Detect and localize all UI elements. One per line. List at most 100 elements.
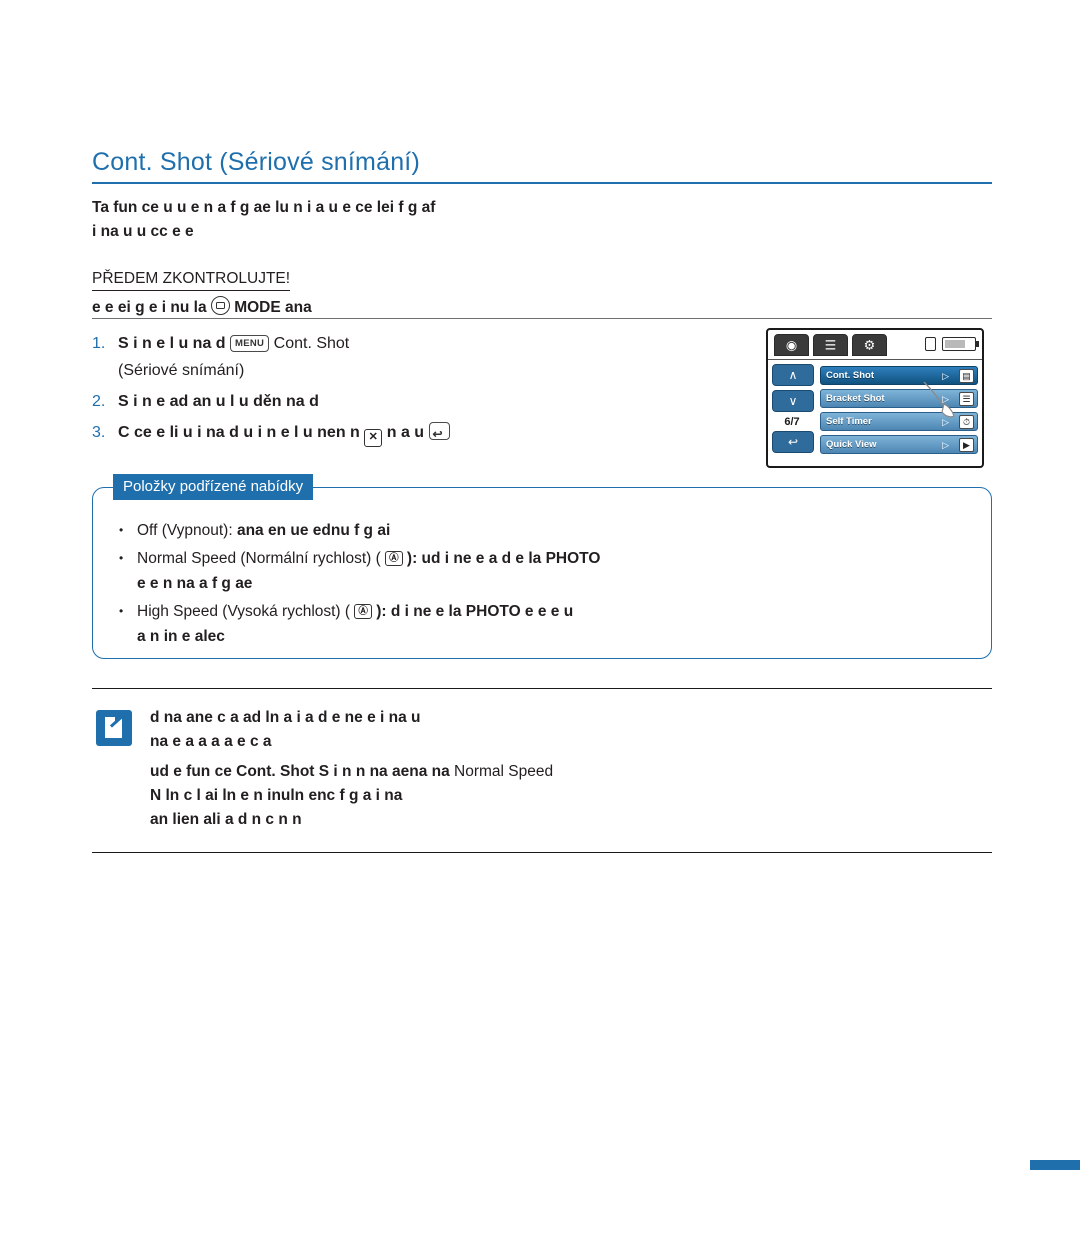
note-item-2: ud e fun ce Cont. Shot S i n n na aena n… — [150, 760, 992, 832]
step-2: 2. S i n e ad an u l u děn na d — [92, 388, 752, 415]
bullet-icon: • — [119, 523, 124, 537]
step-3-text-b: n a u — [386, 424, 429, 441]
nav-up-button[interactable]: ∧ — [772, 364, 814, 386]
lcd-nav-column: ∧ ∨ 6/7 ↩ — [772, 364, 816, 453]
footer-accent-bar — [1030, 1160, 1080, 1170]
note-item-2-value: Normal Speed — [454, 763, 554, 780]
submenu-item-normal-speed-text-2: e e n na a f g ae — [137, 575, 253, 592]
list-icon: ☰ — [824, 337, 837, 353]
menu-item-self-timer[interactable]: Self Timer ▷ ⏱ — [820, 412, 978, 431]
note-item-2-line-1a: ud e fun ce — [150, 763, 237, 780]
step-3-text-a: C ce e li u i na d u i n e l u nen n — [118, 424, 360, 441]
submenu-item-high-speed: • High Speed (Vysoká rychlost) ( Ⓐ ): d … — [115, 599, 979, 649]
note-item-2-line-2: N ln c l ai ln e n inuln enc f g a i na — [150, 787, 403, 804]
submenu-item-normal-speed-label: Normal Speed (Normální rychlost) ( — [137, 550, 381, 567]
chevron-right-icon: ▷ — [942, 394, 949, 404]
submenu-title: Položky podřízené nabídky — [113, 474, 314, 500]
tab-menu[interactable]: ☰ — [813, 334, 848, 356]
nav-down-button[interactable]: ∨ — [772, 390, 814, 412]
menu-item-bracket-shot[interactable]: Bracket Shot ▷ ☰ — [820, 389, 978, 408]
note-item-2-line-3: an lien ali a d n c n n — [150, 811, 302, 828]
lcd-preview: ◉ ☰ ⚙ ∧ ∨ 6/7 ↩ Cont. Shot ▷ ▤ Bracket S… — [766, 328, 984, 468]
memory-card-icon — [925, 337, 936, 351]
menu-key-icon: MENU — [230, 335, 270, 352]
submenu-item-normal-speed-text: ): ud i ne e a d e la PHOTO — [406, 550, 601, 567]
menu-item-cont-shot[interactable]: Cont. Shot ▷ ▤ — [820, 366, 978, 385]
note-divider-top — [92, 688, 992, 689]
tab-camera[interactable]: ◉ — [774, 334, 809, 356]
menu-item-label: Cont. Shot — [826, 370, 875, 381]
submenu-item-high-speed-text-2: a n in e alec — [137, 628, 225, 645]
return-key-icon — [428, 421, 450, 448]
precheck-text: e e ei g e i nu la MODE ana — [92, 296, 732, 319]
lcd-top-bar: ◉ ☰ ⚙ — [768, 330, 982, 360]
menu-item-label: Self Timer — [826, 416, 872, 427]
camera-icon: ◉ — [785, 337, 798, 353]
battery-icon — [942, 337, 979, 351]
step-3: 3. C ce e li u i na d u i n e l u nen n … — [92, 419, 752, 448]
normal-speed-badge-icon: Ⓐ — [385, 551, 403, 566]
precheck-heading: PŘEDEM ZKONTROLUJTE! — [92, 270, 291, 291]
back-button[interactable]: ↩ — [772, 431, 814, 453]
step-2-number: 2. — [92, 393, 106, 410]
submenu-item-off-label: Off (Vypnout): — [137, 522, 233, 539]
submenu-item-off-text: ana en ue ednu f g ai — [236, 522, 391, 539]
bullet-icon: • — [119, 551, 124, 565]
note-body: d na ane c a ad ln a i a d e ne e i na u… — [150, 706, 992, 838]
precheck-text-pre: e e ei g e i nu la — [92, 299, 207, 316]
page-title: Cont. Shot (Sériové snímání) — [92, 148, 420, 176]
exit-icon: ✕ — [364, 429, 383, 447]
step-1-text-before: S i n e l u na d — [118, 335, 231, 352]
note-divider-bottom — [92, 852, 992, 853]
page-indicator: 6/7 — [784, 416, 800, 428]
battery-fill — [945, 340, 965, 348]
steps-list: 1. S i n e l u na d MENU Cont. Shot (Sér… — [92, 330, 752, 451]
note-item-1-line-2: na e a a a a e c a — [150, 733, 272, 750]
page-title-block: Cont. Shot (Sériové snímání) — [92, 148, 992, 184]
cont-shot-icon: ▤ — [959, 369, 974, 383]
submenu-item-off: • Off (Vypnout): ana en ue ednu f g ai — [115, 518, 979, 543]
step-1-number: 1. — [92, 335, 106, 352]
bracket-shot-icon: ☰ — [959, 392, 974, 406]
quick-view-icon: ▶ — [959, 438, 974, 452]
document-page: Cont. Shot (Sériové snímání) Ta fun ce u… — [0, 0, 1080, 1235]
chevron-up-icon: ∧ — [788, 368, 798, 382]
return-icon: ↩ — [787, 435, 799, 449]
menu-item-label: Quick View — [826, 439, 877, 450]
menu-item-quick-view[interactable]: Quick View ▷ ▶ — [820, 435, 978, 454]
high-speed-badge-icon: Ⓐ — [354, 604, 372, 619]
bullet-icon: • — [119, 604, 124, 618]
title-divider — [92, 182, 992, 184]
submenu-item-high-speed-label: High Speed (Vysoká rychlost) ( — [137, 603, 351, 620]
precheck-divider — [92, 318, 992, 319]
submenu-item-high-speed-text: ): d i ne e la PHOTO e e e u — [376, 603, 574, 620]
note-item-2-code: Cont. Shot — [236, 763, 315, 780]
step-1: 1. S i n e l u na d MENU Cont. Shot (Sér… — [92, 330, 752, 384]
note-item-2-line-1b: S i n n na aena na — [318, 763, 455, 780]
step-1-subline: (Sériové snímání) — [118, 362, 245, 379]
camera-mode-icon — [210, 296, 230, 315]
precheck-text-post: ana — [285, 299, 312, 316]
step-2-text: S i n e ad an u l u děn na d — [118, 393, 319, 410]
note-item-1-line-1: d na ane c a ad ln a i a d e ne e i na u — [150, 709, 421, 726]
precheck-mode-key: MODE — [234, 299, 281, 316]
note-item-1: d na ane c a ad ln a i a d e ne e i na u… — [150, 706, 992, 754]
step-3-number: 3. — [92, 424, 106, 441]
submenu-item-normal-speed: • Normal Speed (Normální rychlost) ( Ⓐ )… — [115, 546, 979, 596]
lcd-menu-list: Cont. Shot ▷ ▤ Bracket Shot ▷ ☰ Self Tim… — [820, 366, 978, 458]
submenu-items: • Off (Vypnout): ana en ue ednu f g ai •… — [115, 518, 979, 652]
chevron-right-icon: ▷ — [942, 417, 949, 427]
chevron-right-icon: ▷ — [942, 371, 949, 381]
self-timer-icon: ⏱ — [959, 415, 974, 429]
intro-line-2: i na u u cc e e — [92, 223, 194, 240]
note-icon — [96, 710, 132, 746]
step-1-text-after: Cont. Shot — [273, 335, 350, 352]
chevron-down-icon: ∨ — [788, 394, 798, 408]
intro-line-1: Ta fun ce u u e n a f g ae lu n i a u e … — [92, 199, 436, 216]
tab-settings[interactable]: ⚙ — [852, 334, 887, 356]
gear-icon: ⚙ — [863, 337, 876, 353]
intro-paragraph: Ta fun ce u u e n a f g ae lu n i a u e … — [92, 196, 1002, 244]
menu-item-label: Bracket Shot — [826, 393, 885, 404]
chevron-right-icon: ▷ — [942, 440, 949, 450]
submenu-box: Položky podřízené nabídky • Off (Vypnout… — [92, 474, 992, 659]
